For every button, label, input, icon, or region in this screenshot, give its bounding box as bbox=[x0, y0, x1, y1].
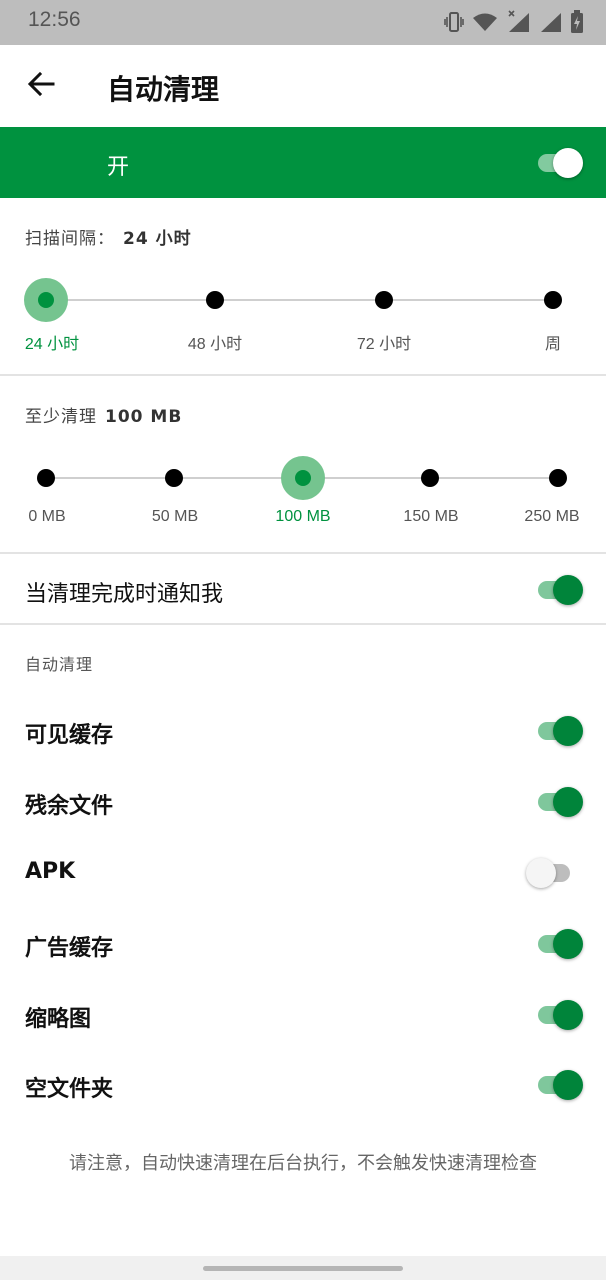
tick-label-150mb[interactable]: 150 MB bbox=[403, 508, 458, 526]
scan-interval-title: 扫描间隔： bbox=[25, 229, 115, 249]
min-clean-value: 100 MB bbox=[105, 407, 183, 427]
divider bbox=[0, 552, 606, 554]
slider-tick-24h[interactable] bbox=[38, 292, 54, 308]
tick-label-50mb[interactable]: 50 MB bbox=[152, 508, 198, 526]
master-switch-bar[interactable]: 开 bbox=[0, 127, 606, 198]
notify-toggle[interactable] bbox=[536, 574, 584, 605]
slider-tick-48h[interactable] bbox=[206, 291, 224, 309]
item-label-ad-cache: 广告缓存 bbox=[25, 936, 114, 961]
item-label-thumbnails: 缩略图 bbox=[25, 1007, 92, 1032]
item-label-apk: APK bbox=[25, 859, 76, 884]
navigation-bar bbox=[0, 1256, 606, 1280]
min-clean-title: 至少清理 bbox=[25, 407, 97, 427]
status-time: 12:56 bbox=[28, 8, 81, 31]
apk-toggle[interactable] bbox=[526, 857, 574, 888]
notify-label: 当清理完成时通知我 bbox=[25, 582, 224, 607]
scan-interval-value: 24 小时 bbox=[123, 229, 192, 249]
toggle-thumb bbox=[526, 858, 556, 888]
thumbnails-toggle[interactable] bbox=[536, 999, 584, 1030]
toggle-thumb bbox=[553, 148, 583, 178]
slider-tick-week[interactable] bbox=[544, 291, 562, 309]
divider bbox=[0, 623, 606, 625]
slider-tick-50mb[interactable] bbox=[165, 469, 183, 487]
toggle-thumb bbox=[553, 575, 583, 605]
tick-label-72h[interactable]: 72 小时 bbox=[357, 330, 411, 354]
tick-label-100mb[interactable]: 100 MB bbox=[275, 508, 330, 526]
battery-charging-icon bbox=[570, 10, 584, 34]
auto-clean-header: 自动清理 bbox=[25, 655, 94, 674]
toggle-thumb bbox=[553, 1000, 583, 1030]
master-switch-toggle[interactable] bbox=[536, 147, 584, 178]
slider-tick-150mb[interactable] bbox=[421, 469, 439, 487]
slider-tick-0mb[interactable] bbox=[37, 469, 55, 487]
vibrate-icon bbox=[444, 11, 464, 33]
tick-label-250mb[interactable]: 250 MB bbox=[524, 508, 579, 526]
signal-x-icon bbox=[506, 10, 532, 34]
page-title: 自动清理 bbox=[107, 73, 220, 106]
toggle-thumb bbox=[553, 787, 583, 817]
slider-tick-72h[interactable] bbox=[375, 291, 393, 309]
toggle-thumb bbox=[553, 716, 583, 746]
min-clean-label: 至少清理 100 MB bbox=[25, 402, 182, 427]
toggle-thumb bbox=[553, 929, 583, 959]
back-button[interactable] bbox=[20, 65, 62, 107]
tick-label-week[interactable]: 周 bbox=[545, 330, 561, 354]
empty-folders-toggle[interactable] bbox=[536, 1069, 584, 1100]
wifi-icon bbox=[472, 12, 498, 32]
divider bbox=[0, 374, 606, 376]
slider-tick-100mb[interactable] bbox=[295, 470, 311, 486]
item-label-empty-folders: 空文件夹 bbox=[25, 1077, 114, 1102]
item-label-visible-cache: 可见缓存 bbox=[25, 723, 114, 748]
visible-cache-toggle[interactable] bbox=[536, 715, 584, 746]
slider-track bbox=[46, 299, 554, 301]
status-icons bbox=[444, 9, 584, 35]
residual-files-toggle[interactable] bbox=[536, 786, 584, 817]
app-bar: 自动清理 bbox=[0, 45, 606, 127]
toggle-thumb bbox=[553, 1070, 583, 1100]
tick-label-24h[interactable]: 24 小时 bbox=[25, 330, 79, 354]
home-gesture-handle[interactable] bbox=[203, 1266, 403, 1271]
arrow-left-icon bbox=[27, 71, 55, 101]
signal-icon bbox=[540, 11, 562, 33]
min-clean-slider[interactable]: 0 MB 50 MB 100 MB 150 MB 250 MB bbox=[0, 456, 606, 547]
item-label-residual-files: 残余文件 bbox=[25, 794, 114, 819]
tick-label-48h[interactable]: 48 小时 bbox=[188, 330, 242, 354]
master-switch-label: 开 bbox=[107, 155, 130, 180]
status-bar: 12:56 bbox=[0, 0, 606, 45]
ad-cache-toggle[interactable] bbox=[536, 928, 584, 959]
slider-tick-250mb[interactable] bbox=[549, 469, 567, 487]
tick-label-0mb[interactable]: 0 MB bbox=[28, 508, 65, 526]
scan-interval-slider[interactable]: 24 小时 48 小时 72 小时 周 bbox=[0, 278, 606, 369]
scan-interval-label: 扫描间隔： 24 小时 bbox=[25, 224, 192, 249]
footer-note: 请注意，自动快速清理在后台执行，不会触发快速清理检查 bbox=[69, 1153, 537, 1174]
